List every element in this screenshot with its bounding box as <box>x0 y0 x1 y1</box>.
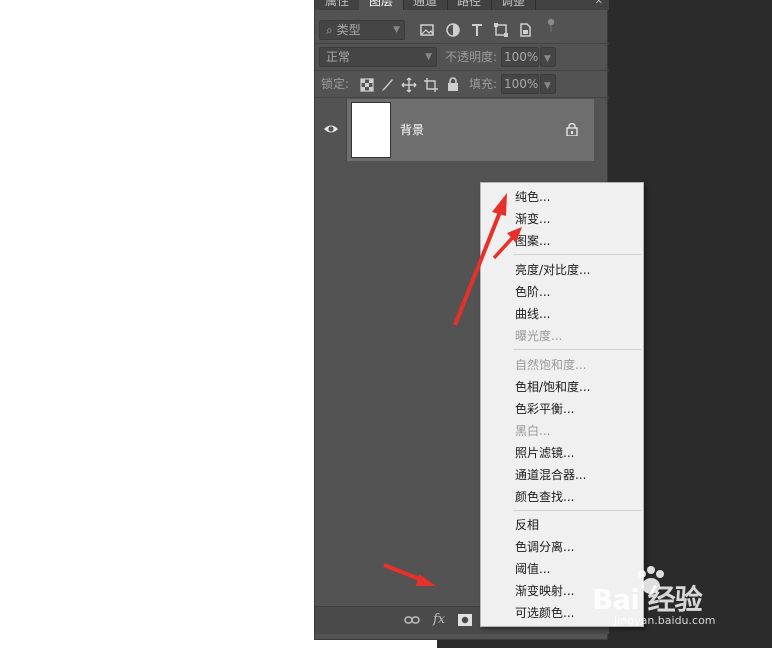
annotation-arrow-up <box>453 193 507 326</box>
watermark-url: jingyan.baidu.com <box>614 614 716 627</box>
baidu-watermark: Bai 经验 jingyan.baidu.com <box>592 566 762 638</box>
annotation-arrow-bottom <box>383 563 436 586</box>
watermark-title: Bai 经验 <box>592 583 703 616</box>
annotation-arrow-gradient <box>492 227 522 260</box>
annotation-arrows <box>383 193 522 586</box>
